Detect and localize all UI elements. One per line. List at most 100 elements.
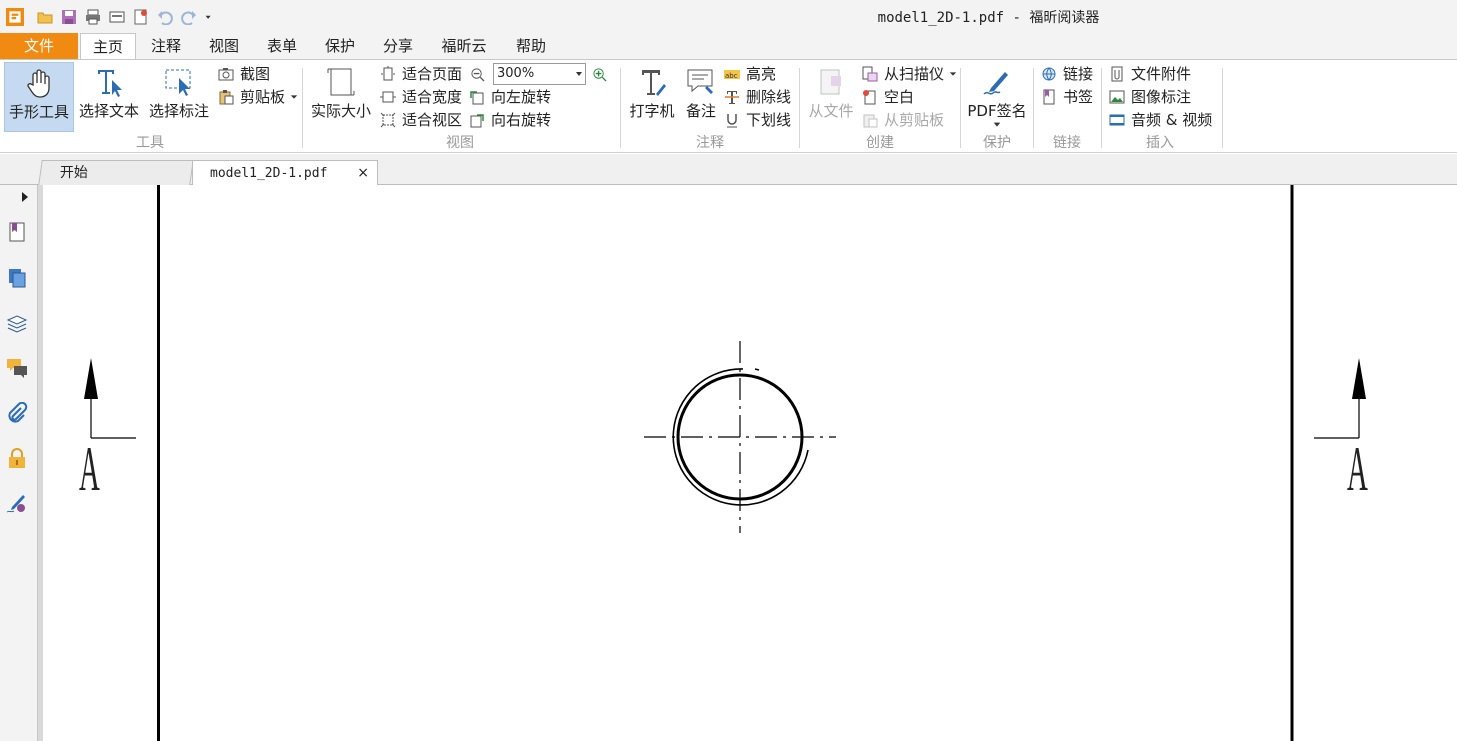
expand-arrow-icon[interactable] [20, 190, 30, 204]
chevron-down-icon [576, 72, 582, 76]
rotate-right-icon [470, 114, 484, 128]
close-tab-icon[interactable]: × [357, 161, 369, 186]
group-label-tools: 工具 [136, 135, 164, 151]
rotate-right-button[interactable]: 向右旋转 [469, 109, 551, 131]
tab-document[interactable]: model1_2D-1.pdf × [192, 160, 378, 185]
pdf-sign-label: PDF签名 [967, 102, 1027, 120]
audio-video-button[interactable]: 音频 & 视频 [1109, 109, 1212, 131]
ribbon: 手形工具 选择文本 选择标注 截图 剪贴板 工具 实际大小 适合页面 适合宽度 … [0, 59, 1457, 153]
navigation-sidebar [0, 185, 37, 741]
tab-share[interactable]: 分享 [372, 33, 424, 59]
pages-panel-icon[interactable] [6, 267, 28, 289]
group-label-comment: 注释 [696, 135, 724, 151]
screenshot-label: 截图 [240, 65, 271, 83]
tab-view[interactable]: 视图 [198, 33, 250, 59]
section-marker-left [84, 358, 136, 439]
fit-page-label: 适合页面 [402, 65, 463, 83]
svg-text:abc: abc [725, 72, 738, 80]
signature-panel-icon[interactable] [6, 492, 28, 514]
pdf-sign-button[interactable]: PDF签名 [966, 62, 1028, 132]
blank-page-icon [863, 90, 876, 105]
select-text-button[interactable]: 选择文本 [76, 62, 142, 132]
from-file-label: 从文件 [808, 102, 854, 120]
tab-protect[interactable]: 保护 [314, 33, 366, 59]
zoom-in-icon[interactable] [592, 67, 607, 82]
attachments-panel-icon[interactable] [6, 402, 28, 424]
blank-label: 空白 [884, 88, 915, 106]
group-separator [799, 68, 800, 148]
security-panel-icon[interactable] [6, 447, 28, 469]
title-bar: model1_2D-1.pdf - 福昕阅读器 [0, 0, 1457, 33]
note-button[interactable]: 备注 [680, 62, 722, 132]
highlight-button[interactable]: abc 高亮 [724, 63, 776, 85]
select-annotation-button[interactable]: 选择标注 [146, 62, 212, 132]
blank-button[interactable]: 空白 [862, 86, 914, 108]
clipboard-button[interactable]: 剪贴板 [218, 86, 298, 108]
rotate-left-button[interactable]: 向左旋转 [469, 86, 551, 108]
tab-cloud[interactable]: 福昕云 [432, 33, 496, 59]
tab-help[interactable]: 帮助 [504, 33, 558, 59]
fit-visible-button[interactable]: 适合视区 [380, 109, 462, 131]
from-clipboard-button[interactable]: 从剪贴板 [862, 109, 944, 131]
link-label: 链接 [1063, 65, 1094, 83]
fit-width-button[interactable]: 适合宽度 [380, 86, 462, 108]
hole-view [644, 341, 836, 533]
section-label-left: A [79, 433, 100, 504]
fit-width-label: 适合宽度 [402, 88, 463, 106]
image-icon [1109, 90, 1125, 104]
zoom-out-icon[interactable] [470, 67, 485, 82]
file-attachment-button[interactable]: 文件附件 [1109, 63, 1191, 85]
screenshot-button[interactable]: 截图 [218, 63, 270, 85]
strikeout-icon [725, 91, 739, 104]
clipboard-dropdown-icon[interactable] [290, 93, 298, 101]
highlight-label: 高亮 [746, 65, 777, 83]
tab-comment[interactable]: 注释 [140, 33, 192, 59]
document-view[interactable]: A A [43, 185, 1457, 741]
pdf-sign-dropdown-icon[interactable] [992, 121, 1002, 129]
note-icon [687, 69, 713, 94]
hand-tool-label: 手形工具 [8, 103, 69, 121]
zoom-level-value: 300% [497, 66, 535, 81]
window-title: model1_2D-1.pdf - 福昕阅读器 [877, 10, 1100, 26]
underline-button[interactable]: 下划线 [724, 109, 791, 131]
from-file-icon [820, 69, 841, 95]
rotate-left-icon [470, 91, 484, 105]
from-clipboard-label: 从剪贴板 [884, 111, 945, 129]
group-label-protect: 保护 [983, 135, 1011, 151]
actual-size-button[interactable]: 实际大小 [308, 62, 374, 132]
tab-form[interactable]: 表单 [256, 33, 308, 59]
from-scanner-button[interactable]: 从扫描仪 [862, 63, 957, 85]
tab-home[interactable]: 主页 [80, 33, 136, 59]
group-separator [1222, 68, 1223, 148]
tab-start[interactable]: 开始 [38, 160, 194, 185]
bookmark-button[interactable]: 书签 [1041, 86, 1093, 108]
section-label-right: A [1347, 433, 1368, 504]
link-button[interactable]: 链接 [1041, 63, 1093, 85]
fit-page-button[interactable]: 适合页面 [380, 63, 462, 85]
strikeout-button[interactable]: 删除线 [724, 86, 791, 108]
section-marker-right [1314, 358, 1366, 439]
document-tab-bar: 开始 model1_2D-1.pdf × [0, 154, 1457, 185]
hand-tool-button[interactable]: 手形工具 [4, 62, 74, 132]
group-separator [302, 68, 303, 148]
group-separator [1101, 68, 1102, 148]
scanner-dropdown-icon[interactable] [949, 70, 957, 78]
section-arrow-right [1352, 358, 1366, 399]
comments-panel-icon[interactable] [6, 357, 28, 379]
zoom-level-select[interactable]: 300% [493, 63, 586, 85]
bookmark-label: 书签 [1063, 88, 1094, 106]
image-annotation-button[interactable]: 图像标注 [1109, 86, 1191, 108]
from-file-button[interactable]: 从文件 [805, 62, 857, 132]
actual-size-icon [327, 68, 355, 96]
typewriter-button[interactable]: 打字机 [626, 62, 678, 132]
underline-label: 下划线 [746, 111, 792, 129]
select-text-label: 选择文本 [78, 102, 139, 120]
group-separator [1033, 68, 1034, 148]
image-annotation-label: 图像标注 [1131, 88, 1192, 106]
bookmark-panel-icon[interactable] [6, 221, 28, 243]
bookmark-icon [1043, 89, 1055, 105]
menu-file[interactable]: 文件 [0, 33, 78, 59]
layers-panel-icon[interactable] [6, 312, 28, 334]
camera-icon [218, 68, 234, 81]
select-annotation-icon [165, 69, 191, 96]
